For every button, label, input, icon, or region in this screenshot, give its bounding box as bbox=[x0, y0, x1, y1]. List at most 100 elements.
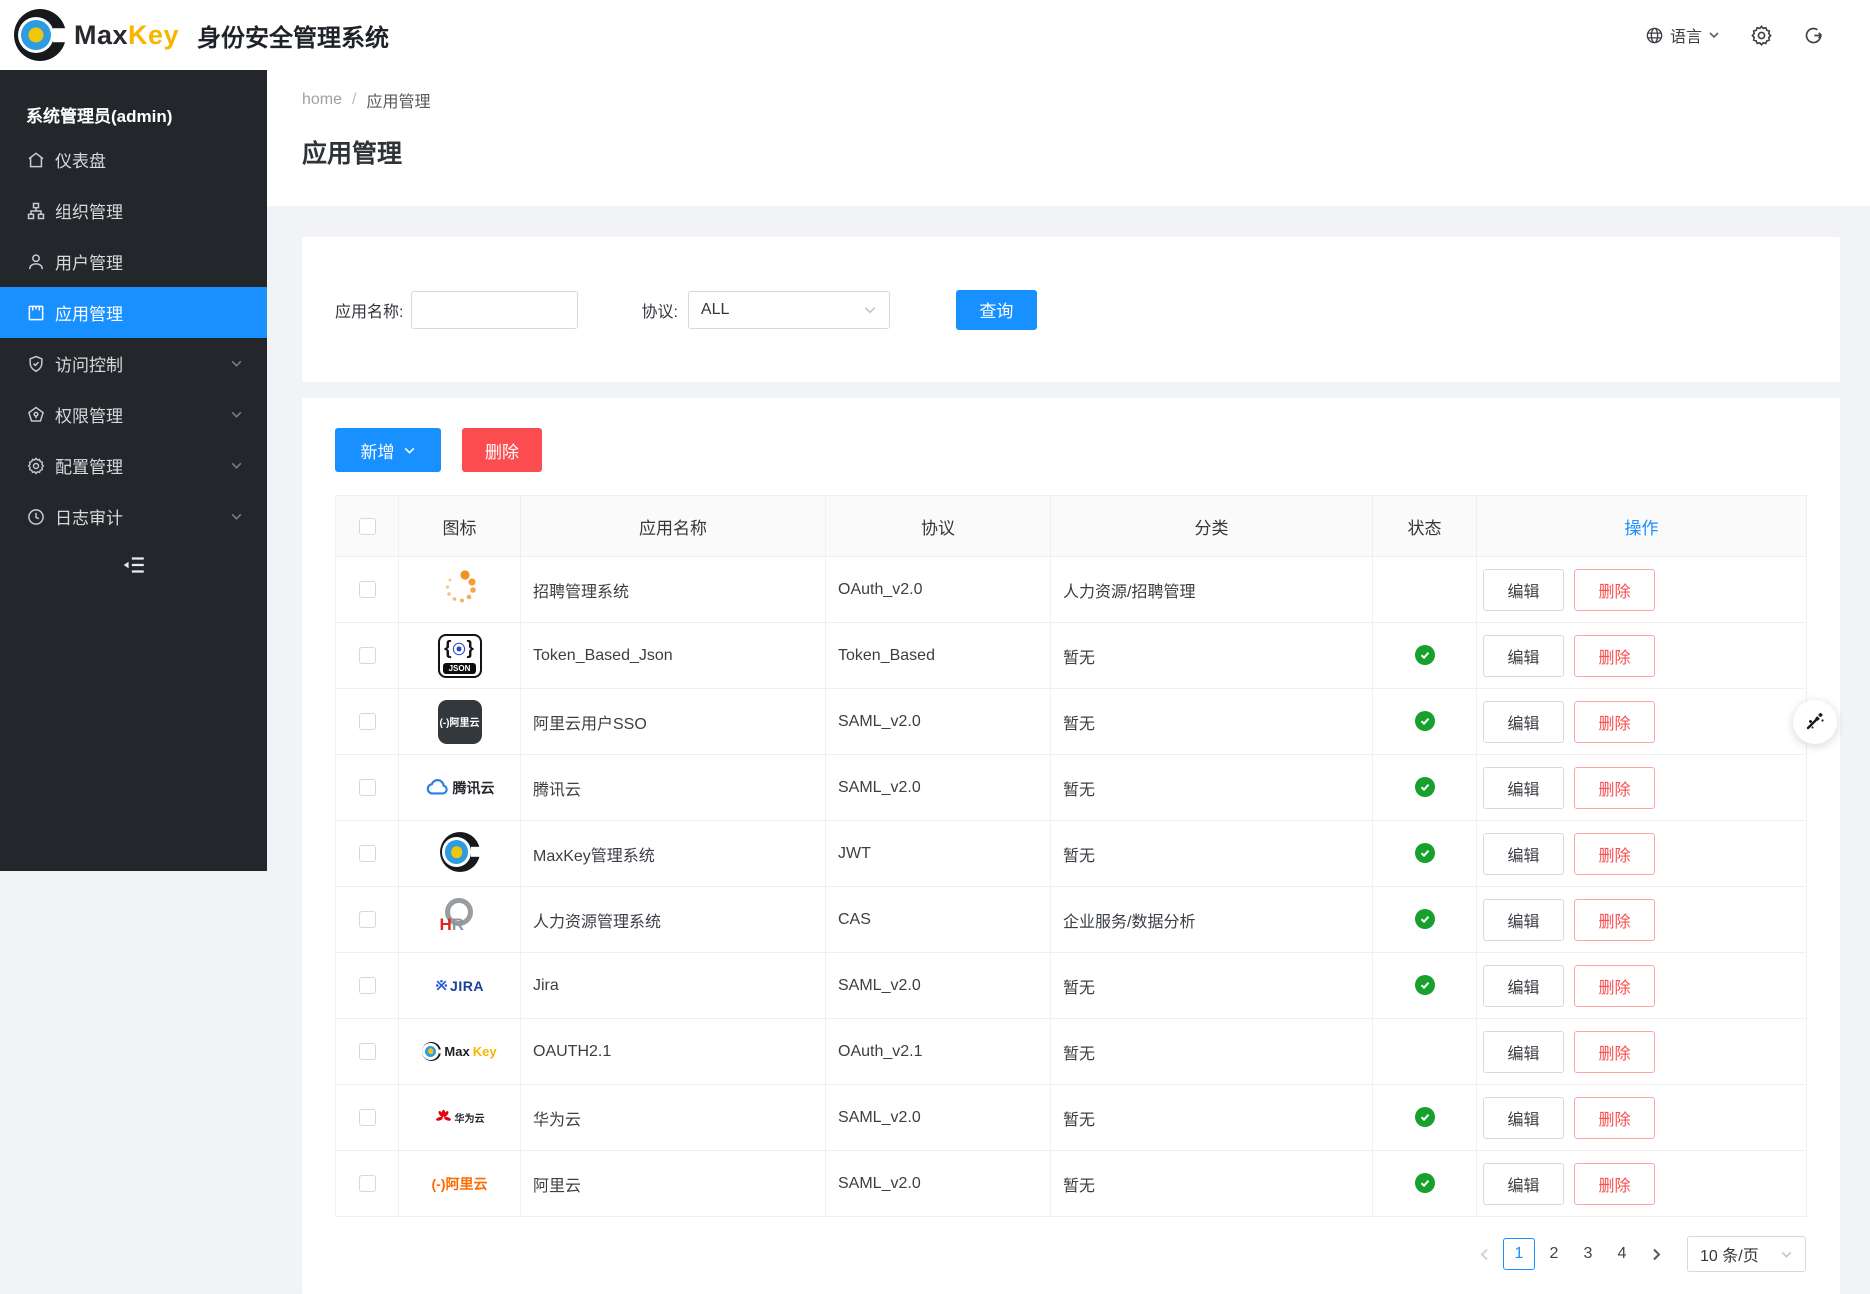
sidebar-item-0[interactable]: 仪表盘 bbox=[0, 134, 267, 185]
breadcrumb-home-link[interactable]: home bbox=[302, 91, 342, 109]
edit-button[interactable]: 编辑 bbox=[1483, 1031, 1564, 1073]
delete-button[interactable]: 删除 bbox=[1574, 767, 1655, 809]
actions-cell: 编辑删除 bbox=[1477, 557, 1807, 623]
sidebar-nav: 仪表盘组织管理用户管理应用管理访问控制权限管理配置管理日志审计 bbox=[0, 134, 267, 542]
logout-icon[interactable] bbox=[1803, 25, 1824, 46]
row-checkbox[interactable] bbox=[359, 911, 376, 928]
actions-cell: 编辑删除 bbox=[1477, 755, 1807, 821]
sidebar-item-5[interactable]: 权限管理 bbox=[0, 389, 267, 440]
category-cell: 暂无 bbox=[1051, 623, 1373, 689]
pagination-next chevron-right-icon[interactable] bbox=[1641, 1238, 1671, 1270]
delete-button[interactable]: 删除 bbox=[1574, 635, 1655, 677]
pagination: 1234 10 条/页 bbox=[335, 1236, 1806, 1272]
select-all-checkbox[interactable] bbox=[359, 518, 376, 535]
app-name-cell: OAUTH2.1 bbox=[521, 1019, 826, 1085]
chevron-down-icon bbox=[1780, 1248, 1793, 1261]
delete-button[interactable]: 删除 bbox=[1574, 1031, 1655, 1073]
pagination-prev chevron-left-icon[interactable] bbox=[1469, 1238, 1499, 1270]
language-menu[interactable]: 语言 bbox=[1645, 23, 1720, 47]
row-select-cell bbox=[336, 755, 399, 821]
chevron-down-icon bbox=[1708, 29, 1720, 41]
row-select-cell bbox=[336, 953, 399, 1019]
table-row: HR人力资源管理系统CAS企业服务/数据分析编辑删除 bbox=[336, 887, 1807, 953]
sidebar-item-7[interactable]: 日志审计 bbox=[0, 491, 267, 542]
chevron-down-icon bbox=[230, 459, 243, 472]
edit-button[interactable]: 编辑 bbox=[1483, 635, 1564, 677]
globe-icon bbox=[1645, 26, 1664, 45]
delete-button[interactable]: 删除 bbox=[1574, 569, 1655, 611]
aliyun-dark-icon: (-)阿里云 bbox=[438, 700, 482, 744]
delete-button[interactable]: 删除 bbox=[1574, 833, 1655, 875]
protocol-select[interactable]: ALL bbox=[688, 291, 890, 329]
app-name-cell: 华为云 bbox=[521, 1085, 826, 1151]
page-size-select[interactable]: 10 条/页 bbox=[1687, 1236, 1806, 1272]
row-checkbox[interactable] bbox=[359, 1043, 376, 1060]
sidebar-item-label: 日志审计 bbox=[55, 504, 123, 529]
edit-button[interactable]: 编辑 bbox=[1483, 767, 1564, 809]
table-panel: 新增 删除 图标应用名称协议分类状态操作 招聘管理系统OAuth_v2.0人力资… bbox=[302, 398, 1840, 1294]
app-name-cell: Token_Based_Json bbox=[521, 623, 826, 689]
app-icon-cell: 腾讯云 bbox=[399, 755, 521, 821]
row-checkbox[interactable] bbox=[359, 1175, 376, 1192]
status-active-check-icon bbox=[1415, 975, 1435, 995]
app-name-cell: MaxKey管理系统 bbox=[521, 821, 826, 887]
row-checkbox[interactable] bbox=[359, 1109, 376, 1126]
table-row: 招聘管理系统OAuth_v2.0人力资源/招聘管理编辑删除 bbox=[336, 557, 1807, 623]
page-size-value: 10 条/页 bbox=[1700, 1242, 1770, 1266]
edit-button[interactable]: 编辑 bbox=[1483, 1163, 1564, 1205]
delete-button[interactable]: 删除 bbox=[1574, 701, 1655, 743]
sidebar-item-1[interactable]: 组织管理 bbox=[0, 185, 267, 236]
delete-button[interactable]: 删除 bbox=[1574, 1097, 1655, 1139]
row-checkbox[interactable] bbox=[359, 845, 376, 862]
search-panel: 应用名称: 协议: ALL 查询 bbox=[302, 237, 1840, 382]
pagination-page-3[interactable]: 3 bbox=[1573, 1238, 1603, 1270]
edit-button[interactable]: 编辑 bbox=[1483, 701, 1564, 743]
table-row: 华为云华为云SAML_v2.0暂无编辑删除 bbox=[336, 1085, 1807, 1151]
applications-table: 图标应用名称协议分类状态操作 招聘管理系统OAuth_v2.0人力资源/招聘管理… bbox=[335, 495, 1807, 1217]
row-checkbox[interactable] bbox=[359, 713, 376, 730]
breadcrumb: home / 应用管理 bbox=[302, 88, 1870, 112]
theme-wand-button[interactable] bbox=[1793, 700, 1837, 744]
status-cell bbox=[1373, 755, 1477, 821]
protocol-cell: SAML_v2.0 bbox=[826, 689, 1051, 755]
pagination-page-2[interactable]: 2 bbox=[1539, 1238, 1569, 1270]
delete-button[interactable]: 删除 bbox=[1574, 965, 1655, 1007]
menu-fold-icon[interactable] bbox=[0, 542, 267, 588]
column-header-2: 协议 bbox=[826, 496, 1051, 557]
sidebar: 系统管理员(admin) 仪表盘组织管理用户管理应用管理访问控制权限管理配置管理… bbox=[0, 70, 267, 871]
sidebar-item-6[interactable]: 配置管理 bbox=[0, 440, 267, 491]
sidebar-item-2[interactable]: 用户管理 bbox=[0, 236, 267, 287]
protocol-cell: OAuth_v2.0 bbox=[826, 557, 1051, 623]
edit-button[interactable]: 编辑 bbox=[1483, 1097, 1564, 1139]
chevron-down-icon bbox=[863, 303, 877, 317]
edit-button[interactable]: 编辑 bbox=[1483, 965, 1564, 1007]
app-name-input[interactable] bbox=[411, 291, 578, 329]
sidebar-item-4[interactable]: 访问控制 bbox=[0, 338, 267, 389]
settings-gear-icon[interactable] bbox=[1750, 24, 1773, 47]
bulk-delete-button[interactable]: 删除 bbox=[462, 428, 542, 472]
table-body: 招聘管理系统OAuth_v2.0人力资源/招聘管理编辑删除{⦿}JSONToke… bbox=[336, 557, 1807, 1217]
add-button[interactable]: 新增 bbox=[335, 428, 441, 472]
app-icon-cell: {⦿}JSON bbox=[399, 623, 521, 689]
edit-button[interactable]: 编辑 bbox=[1483, 833, 1564, 875]
row-checkbox[interactable] bbox=[359, 647, 376, 664]
row-checkbox[interactable] bbox=[359, 581, 376, 598]
magic-wand-icon bbox=[1803, 709, 1827, 736]
delete-button[interactable]: 删除 bbox=[1574, 1163, 1655, 1205]
sidebar-item-3[interactable]: 应用管理 bbox=[0, 287, 267, 338]
maxkey-logo-icon bbox=[14, 9, 66, 61]
sidebar-user: 系统管理员(admin) bbox=[0, 94, 267, 134]
category-cell: 暂无 bbox=[1051, 1085, 1373, 1151]
delete-button[interactable]: 删除 bbox=[1574, 899, 1655, 941]
pagination-page-4[interactable]: 4 bbox=[1607, 1238, 1637, 1270]
app-icon-cell: JIRA bbox=[399, 953, 521, 1019]
search-button[interactable]: 查询 bbox=[956, 290, 1037, 330]
status-cell bbox=[1373, 1151, 1477, 1217]
table-header-row: 图标应用名称协议分类状态操作 bbox=[336, 496, 1807, 557]
pagination-page-1[interactable]: 1 bbox=[1503, 1238, 1535, 1270]
edit-button[interactable]: 编辑 bbox=[1483, 899, 1564, 941]
edit-button[interactable]: 编辑 bbox=[1483, 569, 1564, 611]
row-checkbox[interactable] bbox=[359, 977, 376, 994]
row-checkbox[interactable] bbox=[359, 779, 376, 796]
dashboard-icon bbox=[26, 150, 46, 170]
